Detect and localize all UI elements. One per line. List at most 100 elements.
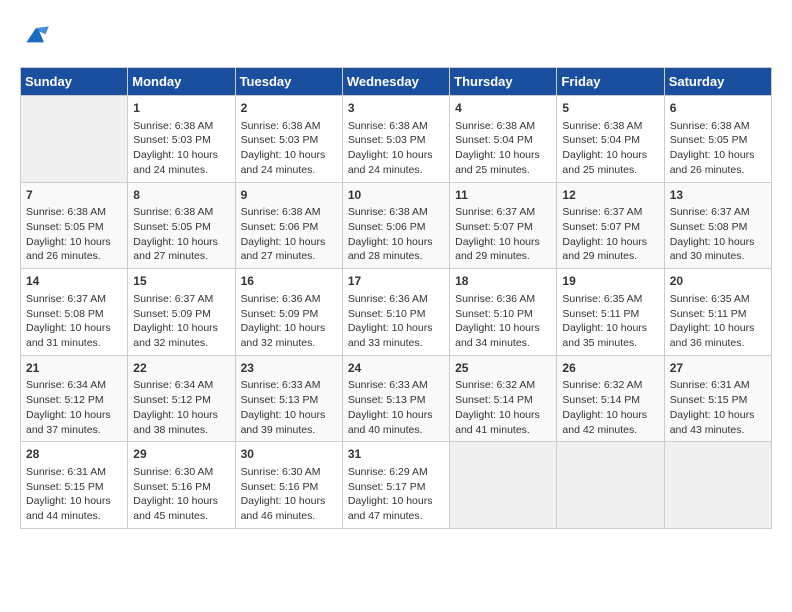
sunrise: Sunrise: 6:38 AM xyxy=(348,120,428,132)
calendar-cell xyxy=(21,96,128,183)
sunrise: Sunrise: 6:38 AM xyxy=(562,120,642,132)
sunrise: Sunrise: 6:30 AM xyxy=(241,466,321,478)
calendar-cell: 17 Sunrise: 6:36 AM Sunset: 5:10 PM Dayl… xyxy=(342,269,449,356)
calendar-cell: 2 Sunrise: 6:38 AM Sunset: 5:03 PM Dayli… xyxy=(235,96,342,183)
calendar-cell: 21 Sunrise: 6:34 AM Sunset: 5:12 PM Dayl… xyxy=(21,355,128,442)
calendar-cell: 20 Sunrise: 6:35 AM Sunset: 5:11 PM Dayl… xyxy=(664,269,771,356)
weekday-header-thursday: Thursday xyxy=(450,68,557,96)
daylight: Daylight: 10 hours and 25 minutes. xyxy=(562,149,647,176)
weekday-header-wednesday: Wednesday xyxy=(342,68,449,96)
sunrise: Sunrise: 6:29 AM xyxy=(348,466,428,478)
weekday-header-friday: Friday xyxy=(557,68,664,96)
daylight: Daylight: 10 hours and 25 minutes. xyxy=(455,149,540,176)
sunrise: Sunrise: 6:38 AM xyxy=(348,206,428,218)
daylight: Daylight: 10 hours and 29 minutes. xyxy=(562,236,647,263)
calendar-cell: 30 Sunrise: 6:30 AM Sunset: 5:16 PM Dayl… xyxy=(235,442,342,529)
day-number: 5 xyxy=(562,100,658,117)
day-number: 19 xyxy=(562,273,658,290)
sunrise: Sunrise: 6:37 AM xyxy=(455,206,535,218)
sunrise: Sunrise: 6:36 AM xyxy=(241,293,321,305)
daylight: Daylight: 10 hours and 40 minutes. xyxy=(348,409,433,436)
day-number: 22 xyxy=(133,360,229,377)
daylight: Daylight: 10 hours and 35 minutes. xyxy=(562,322,647,349)
sunrise: Sunrise: 6:38 AM xyxy=(455,120,535,132)
calendar-cell: 27 Sunrise: 6:31 AM Sunset: 5:15 PM Dayl… xyxy=(664,355,771,442)
sunset: Sunset: 5:09 PM xyxy=(241,308,319,320)
daylight: Daylight: 10 hours and 24 minutes. xyxy=(348,149,433,176)
daylight: Daylight: 10 hours and 37 minutes. xyxy=(26,409,111,436)
daylight: Daylight: 10 hours and 42 minutes. xyxy=(562,409,647,436)
calendar-cell: 7 Sunrise: 6:38 AM Sunset: 5:05 PM Dayli… xyxy=(21,182,128,269)
sunrise: Sunrise: 6:30 AM xyxy=(133,466,213,478)
day-number: 16 xyxy=(241,273,337,290)
day-number: 12 xyxy=(562,187,658,204)
calendar-cell: 26 Sunrise: 6:32 AM Sunset: 5:14 PM Dayl… xyxy=(557,355,664,442)
sunset: Sunset: 5:03 PM xyxy=(133,134,211,146)
day-number: 6 xyxy=(670,100,766,117)
day-number: 10 xyxy=(348,187,444,204)
calendar-cell: 19 Sunrise: 6:35 AM Sunset: 5:11 PM Dayl… xyxy=(557,269,664,356)
day-number: 20 xyxy=(670,273,766,290)
sunset: Sunset: 5:04 PM xyxy=(455,134,533,146)
calendar-cell: 24 Sunrise: 6:33 AM Sunset: 5:13 PM Dayl… xyxy=(342,355,449,442)
daylight: Daylight: 10 hours and 46 minutes. xyxy=(241,495,326,522)
calendar-cell: 13 Sunrise: 6:37 AM Sunset: 5:08 PM Dayl… xyxy=(664,182,771,269)
sunset: Sunset: 5:15 PM xyxy=(670,394,748,406)
sunrise: Sunrise: 6:38 AM xyxy=(133,206,213,218)
day-number: 9 xyxy=(241,187,337,204)
calendar-week-2: 7 Sunrise: 6:38 AM Sunset: 5:05 PM Dayli… xyxy=(21,182,772,269)
daylight: Daylight: 10 hours and 31 minutes. xyxy=(26,322,111,349)
sunset: Sunset: 5:16 PM xyxy=(133,481,211,493)
calendar-cell: 14 Sunrise: 6:37 AM Sunset: 5:08 PM Dayl… xyxy=(21,269,128,356)
sunrise: Sunrise: 6:34 AM xyxy=(133,379,213,391)
day-number: 11 xyxy=(455,187,551,204)
sunrise: Sunrise: 6:38 AM xyxy=(670,120,750,132)
day-number: 3 xyxy=(348,100,444,117)
daylight: Daylight: 10 hours and 26 minutes. xyxy=(670,149,755,176)
sunrise: Sunrise: 6:35 AM xyxy=(670,293,750,305)
calendar-cell: 10 Sunrise: 6:38 AM Sunset: 5:06 PM Dayl… xyxy=(342,182,449,269)
day-number: 4 xyxy=(455,100,551,117)
calendar-cell: 25 Sunrise: 6:32 AM Sunset: 5:14 PM Dayl… xyxy=(450,355,557,442)
calendar-week-1: 1 Sunrise: 6:38 AM Sunset: 5:03 PM Dayli… xyxy=(21,96,772,183)
sunrise: Sunrise: 6:32 AM xyxy=(455,379,535,391)
day-number: 7 xyxy=(26,187,122,204)
sunset: Sunset: 5:05 PM xyxy=(670,134,748,146)
calendar-cell xyxy=(450,442,557,529)
header xyxy=(20,20,772,57)
daylight: Daylight: 10 hours and 26 minutes. xyxy=(26,236,111,263)
daylight: Daylight: 10 hours and 30 minutes. xyxy=(670,236,755,263)
sunrise: Sunrise: 6:38 AM xyxy=(241,206,321,218)
day-number: 29 xyxy=(133,446,229,463)
daylight: Daylight: 10 hours and 32 minutes. xyxy=(133,322,218,349)
weekday-header-row: SundayMondayTuesdayWednesdayThursdayFrid… xyxy=(21,68,772,96)
sunset: Sunset: 5:10 PM xyxy=(455,308,533,320)
calendar-cell: 18 Sunrise: 6:36 AM Sunset: 5:10 PM Dayl… xyxy=(450,269,557,356)
sunset: Sunset: 5:06 PM xyxy=(241,221,319,233)
sunset: Sunset: 5:06 PM xyxy=(348,221,426,233)
calendar-cell xyxy=(557,442,664,529)
sunset: Sunset: 5:03 PM xyxy=(348,134,426,146)
daylight: Daylight: 10 hours and 33 minutes. xyxy=(348,322,433,349)
calendar-cell xyxy=(664,442,771,529)
sunset: Sunset: 5:13 PM xyxy=(348,394,426,406)
daylight: Daylight: 10 hours and 24 minutes. xyxy=(241,149,326,176)
day-number: 23 xyxy=(241,360,337,377)
day-number: 8 xyxy=(133,187,229,204)
day-number: 15 xyxy=(133,273,229,290)
sunrise: Sunrise: 6:38 AM xyxy=(26,206,106,218)
sunrise: Sunrise: 6:32 AM xyxy=(562,379,642,391)
day-number: 25 xyxy=(455,360,551,377)
calendar-cell: 8 Sunrise: 6:38 AM Sunset: 5:05 PM Dayli… xyxy=(128,182,235,269)
sunset: Sunset: 5:11 PM xyxy=(670,308,747,320)
sunset: Sunset: 5:14 PM xyxy=(455,394,533,406)
calendar-cell: 4 Sunrise: 6:38 AM Sunset: 5:04 PM Dayli… xyxy=(450,96,557,183)
sunset: Sunset: 5:05 PM xyxy=(133,221,211,233)
weekday-header-tuesday: Tuesday xyxy=(235,68,342,96)
sunset: Sunset: 5:09 PM xyxy=(133,308,211,320)
daylight: Daylight: 10 hours and 36 minutes. xyxy=(670,322,755,349)
day-number: 1 xyxy=(133,100,229,117)
sunrise: Sunrise: 6:37 AM xyxy=(670,206,750,218)
weekday-header-monday: Monday xyxy=(128,68,235,96)
sunrise: Sunrise: 6:36 AM xyxy=(455,293,535,305)
